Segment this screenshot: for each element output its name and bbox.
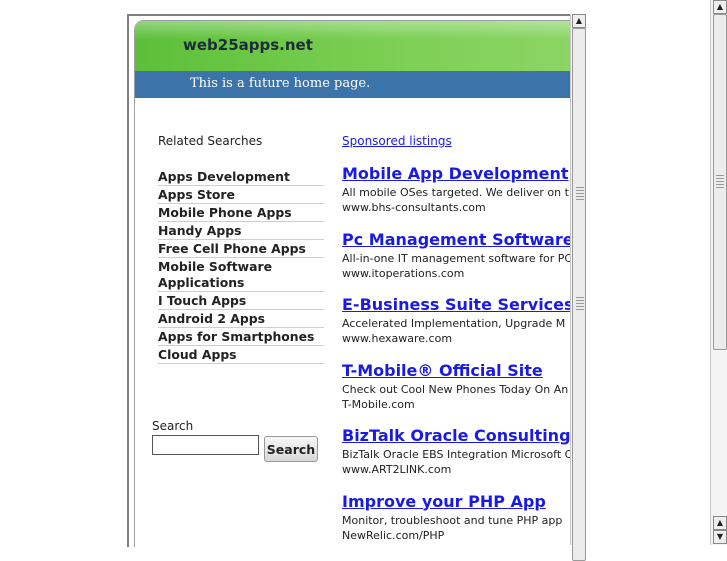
related-search-link[interactable]: Android 2 Apps [158,310,324,328]
scroll-up-icon[interactable]: ▲ [713,516,727,530]
ad-item: BizTalk Oracle Consulting BizTalk Oracle… [342,425,573,491]
ad-title-link[interactable]: Pc Management Software [342,229,573,250]
related-search-link[interactable]: Free Cell Phone Apps [158,240,324,258]
search-button[interactable]: Search [264,436,318,462]
frame-scrollbar[interactable]: ▲ [570,14,586,561]
page-card: web25apps.net This is a future home page… [134,20,573,547]
ad-url: www.itoperations.com [342,266,465,280]
ad-item: Mobile App Development All mobile OSes t… [342,163,573,229]
ad-description: BizTalk Oracle EBS Integration Microsoft… [342,448,573,461]
related-search-link[interactable]: Cloud Apps [158,346,324,364]
frame-scroll-thumb[interactable] [572,28,586,561]
scroll-down-icon[interactable]: ▼ [713,530,727,544]
related-searches-list: Apps Development Apps Store Mobile Phone… [158,168,324,364]
page-scroll-thumb[interactable] [713,14,727,350]
grip-icon [716,175,724,189]
related-search-link[interactable]: I Touch Apps [158,292,324,310]
ad-title-link[interactable]: BizTalk Oracle Consulting [342,425,573,446]
ad-item: Improve your PHP App Monitor, troublesho… [342,491,573,548]
related-search-link[interactable]: Apps for Smartphones [158,328,324,346]
ad-url: www.ART2LINK.com [342,463,452,476]
ad-description: Monitor, troubleshoot and tune PHP app [342,513,563,527]
ad-title-link[interactable]: E-Business Suite Services [342,294,573,315]
ad-description: All-in-one IT management software for PC [342,251,573,265]
tagline-bar: This is a future home page. [135,71,573,98]
related-search-link[interactable]: Apps Development [158,168,324,186]
sponsored-listings-link[interactable]: Sponsored listings [342,134,452,148]
grip-icon [576,187,584,201]
ad-item: Pc Management Software All-in-one IT man… [342,229,573,295]
ad-description: Check out Cool New Phones Today On An [342,382,569,396]
related-search-link[interactable]: Mobile Phone Apps [158,204,324,222]
grip-icon [576,297,584,311]
ad-url: www.bhs-consultants.com [342,201,486,214]
ads-list: Mobile App Development All mobile OSes t… [342,163,573,547]
scroll-up-icon[interactable]: ▲ [713,0,727,14]
ad-url: T-Mobile.com [342,397,415,411]
ad-description: All mobile OSes targeted. We deliver on … [342,186,569,199]
related-search-link[interactable]: Apps Store [158,186,324,204]
related-search-link[interactable]: Handy Apps [158,222,324,240]
page-scrollbar[interactable]: ▲ ▲ ▼ [710,0,727,545]
site-name: web25apps.net [183,36,313,54]
ad-description: Accelerated Implementation, Upgrade M [342,317,566,330]
search-label: Search [152,419,194,433]
ad-url: www.hexaware.com [342,332,453,345]
related-searches-title: Related Searches [158,134,263,148]
ad-title-link[interactable]: Mobile App Development [342,163,573,184]
ad-title-link[interactable]: T-Mobile® Official Site [342,360,573,381]
header-banner: web25apps.net [135,21,573,71]
ad-item: T-Mobile® Official Site Check out Cool N… [342,360,573,426]
content-frame: web25apps.net This is a future home page… [127,14,573,547]
related-search-link[interactable]: Mobile Software Applications [158,258,324,292]
scroll-up-icon[interactable]: ▲ [572,14,586,28]
ad-item: E-Business Suite Services Accelerated Im… [342,294,573,360]
ad-title-link[interactable]: Improve your PHP App [342,491,573,512]
search-input[interactable] [152,435,259,455]
tagline: This is a future home page. [190,76,371,91]
ad-url: NewRelic.com/PHP [342,528,445,542]
